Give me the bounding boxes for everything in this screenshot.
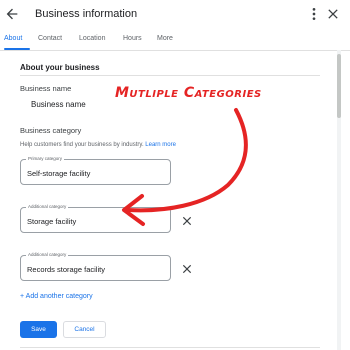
additional-category-field-1[interactable]: Additional category Storage facility xyxy=(20,204,171,233)
section-title: About your business xyxy=(20,63,100,72)
business-category-label: Business category xyxy=(20,126,82,135)
annotation-label: Mutliple Categories xyxy=(115,85,262,101)
remove-category-icon[interactable] xyxy=(180,262,194,276)
arrow-left-icon[interactable] xyxy=(4,6,20,22)
primary-category-field[interactable]: Primary category Self-storage facility xyxy=(20,156,171,185)
tab-contact[interactable]: Contact xyxy=(38,35,62,42)
remove-category-icon[interactable] xyxy=(180,214,194,228)
save-button[interactable]: Save xyxy=(20,321,57,338)
page-title: Business information xyxy=(35,8,138,20)
additional-category-value: Records storage facility xyxy=(27,265,105,274)
more-vert-icon[interactable] xyxy=(306,6,322,22)
tab-more[interactable]: More xyxy=(157,35,173,42)
additional-category-field-2[interactable]: Additional category Records storage faci… xyxy=(20,252,171,281)
help-text: Help customers find your business by ind… xyxy=(20,142,144,148)
primary-category-value: Self-storage facility xyxy=(27,169,91,178)
learn-more-link[interactable]: Learn more xyxy=(145,142,176,148)
tab-location[interactable]: Location xyxy=(79,35,105,42)
bottom-divider xyxy=(20,347,320,348)
additional-category-tag: Additional category xyxy=(26,252,69,258)
scrollbar-thumb[interactable] xyxy=(337,54,341,118)
tabs-divider xyxy=(0,50,350,51)
tab-hours[interactable]: Hours xyxy=(123,35,142,42)
primary-category-tag: Primary category xyxy=(26,156,65,162)
business-name-input[interactable]: Business name xyxy=(31,100,86,109)
additional-category-tag: Additional category xyxy=(26,204,69,210)
additional-category-value: Storage facility xyxy=(27,217,77,226)
category-help-text: Help customers find your business by ind… xyxy=(20,142,176,148)
add-category-link[interactable]: + Add another category xyxy=(20,293,93,300)
close-icon[interactable] xyxy=(325,6,341,22)
section-divider xyxy=(20,75,320,76)
tab-about[interactable]: About xyxy=(4,35,22,42)
business-name-label: Business name xyxy=(20,84,72,93)
cancel-button[interactable]: Cancel xyxy=(63,321,106,338)
